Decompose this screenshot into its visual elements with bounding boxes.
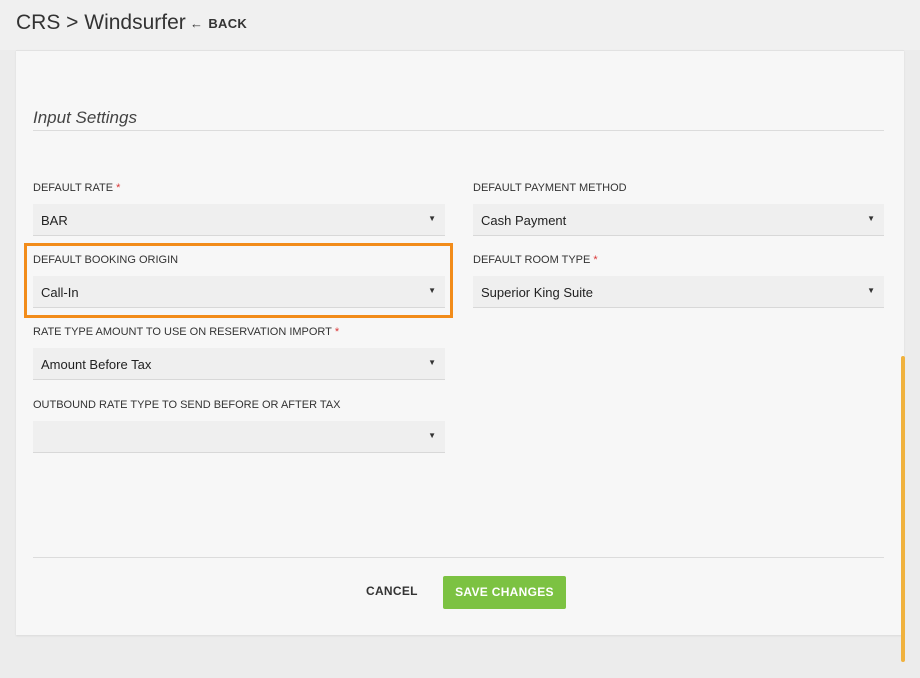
- arrow-left-icon: ←: [190, 16, 204, 31]
- rate-type-amount-label: RATE TYPE AMOUNT TO USE ON RESERVATION I…: [33, 326, 339, 338]
- back-label: BACK: [208, 16, 248, 31]
- default-rate-value: BAR: [41, 213, 68, 228]
- required-marker: *: [334, 326, 340, 338]
- required-marker: *: [593, 254, 598, 266]
- caret-down-icon: ▼: [867, 286, 875, 295]
- default-booking-origin-select[interactable]: Call-In ▼: [33, 276, 445, 308]
- default-room-type-label-text: DEFAULT ROOM TYPE: [473, 254, 591, 266]
- default-payment-method-select[interactable]: Cash Payment ▼: [473, 204, 884, 236]
- footer-divider: [33, 557, 884, 558]
- page-title: CRS > Windsurfer: [16, 11, 186, 34]
- cancel-button[interactable]: CANCEL: [366, 584, 418, 598]
- default-room-type-select[interactable]: Superior King Suite ▼: [473, 276, 884, 308]
- default-payment-method-label: DEFAULT PAYMENT METHOD: [473, 182, 627, 194]
- settings-panel: Input Settings DEFAULT RATE * BAR ▼ DEFAU…: [16, 50, 904, 635]
- scrollbar[interactable]: [901, 356, 905, 662]
- default-payment-method-value: Cash Payment: [481, 213, 567, 228]
- outbound-rate-type-select[interactable]: ▼: [33, 421, 445, 453]
- default-rate-select[interactable]: BAR ▼: [33, 204, 445, 236]
- default-payment-method-label-text: DEFAULT PAYMENT METHOD: [473, 182, 627, 194]
- rate-type-amount-label-text: RATE TYPE AMOUNT TO USE ON RESERVATION I…: [33, 326, 332, 338]
- default-room-type-value: Superior King Suite: [481, 285, 594, 300]
- section-title: Input Settings: [33, 108, 137, 127]
- default-rate-label-text: DEFAULT RATE: [33, 182, 114, 194]
- caret-down-icon: ▼: [428, 286, 436, 295]
- caret-down-icon: ▼: [428, 214, 436, 223]
- default-booking-origin-value: Call-In: [41, 285, 79, 300]
- section-divider: [33, 130, 884, 131]
- rate-type-amount-select[interactable]: Amount Before Tax ▼: [33, 348, 445, 380]
- default-rate-label: DEFAULT RATE *: [33, 182, 120, 194]
- outbound-rate-type-label: OUTBOUND RATE TYPE TO SEND BEFORE OR AFT…: [33, 399, 340, 411]
- default-room-type-label: DEFAULT ROOM TYPE *: [473, 254, 598, 266]
- caret-down-icon: ▼: [867, 214, 875, 223]
- default-booking-origin-label-text: DEFAULT BOOKING ORIGIN: [33, 254, 179, 266]
- caret-down-icon: ▼: [428, 358, 436, 367]
- back-button[interactable]: ← BACK: [190, 16, 247, 31]
- required-marker: *: [116, 182, 121, 194]
- save-changes-button[interactable]: SAVE CHANGES: [443, 576, 566, 609]
- rate-type-amount-value: Amount Before Tax: [41, 357, 152, 372]
- default-booking-origin-label: DEFAULT BOOKING ORIGIN: [33, 254, 178, 266]
- top-bar: CRS > Windsurfer ← BACK: [0, 0, 920, 50]
- outbound-rate-type-label-text: OUTBOUND RATE TYPE TO SEND BEFORE OR AFT…: [33, 399, 341, 411]
- caret-down-icon: ▼: [428, 431, 436, 440]
